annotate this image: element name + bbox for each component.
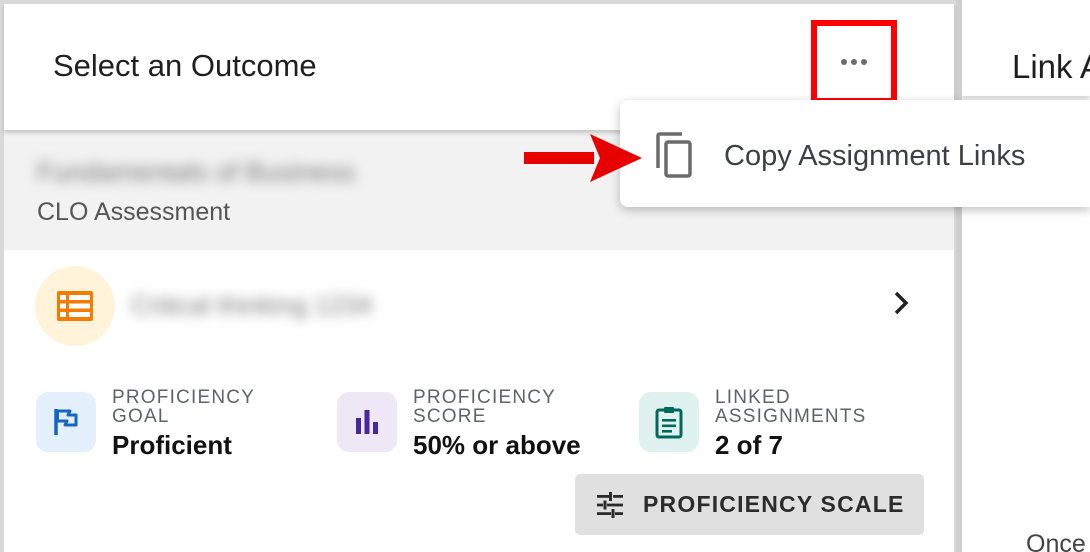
- outcome-list-item[interactable]: Critical thinking 1234: [4, 250, 954, 360]
- copy-icon: [654, 132, 694, 178]
- menu-item-label: Copy Assignment Links: [724, 140, 1026, 172]
- page-title: Select an Outcome: [53, 48, 317, 83]
- course-type: CLO Assessment: [37, 198, 231, 226]
- outcome-name: Critical thinking 1234: [131, 290, 373, 320]
- metric-value: Proficient: [112, 430, 232, 460]
- link-panel-title: Link A: [1012, 48, 1090, 85]
- chevron-right-icon[interactable]: [886, 288, 916, 318]
- more-horizontal-icon: [841, 59, 867, 65]
- flag-icon: [36, 392, 96, 452]
- list-icon: [35, 266, 115, 346]
- link-panel-header: Link A: [962, 4, 1090, 96]
- clipboard-icon: [639, 392, 699, 452]
- metric-label: Linked Assignments: [715, 387, 867, 427]
- link-panel: Link A Once: [962, 0, 1090, 552]
- metric-value: 50% or above: [413, 430, 581, 460]
- tune-icon: [595, 490, 625, 520]
- metric-label: Proficiency Score: [413, 387, 556, 427]
- course-name: Fundamentals of Business: [37, 157, 356, 187]
- link-panel-footer-text: Once: [1026, 530, 1086, 552]
- metric-proficiency-goal: Proficiency Goal Proficient: [36, 387, 296, 460]
- outcome-panel: Select an Outcome Fundamentals of Busine…: [4, 4, 954, 552]
- more-options-menu: Copy Assignment Links: [620, 100, 1090, 207]
- metric-value: 2 of 7: [715, 430, 783, 460]
- annotation-arrow-icon: [524, 134, 642, 182]
- metric-proficiency-score: Proficiency Score 50% or above: [337, 387, 607, 460]
- more-options-button[interactable]: [811, 20, 897, 104]
- proficiency-scale-button[interactable]: PROFICIENCY SCALE: [575, 474, 924, 535]
- bar-chart-icon: [337, 392, 397, 452]
- menu-item-copy-assignment-links[interactable]: Copy Assignment Links: [620, 100, 1090, 207]
- metric-linked-assignments: Linked Assignments 2 of 7: [639, 387, 939, 460]
- metric-label: Proficiency Goal: [112, 387, 255, 427]
- proficiency-scale-label: PROFICIENCY SCALE: [643, 491, 905, 517]
